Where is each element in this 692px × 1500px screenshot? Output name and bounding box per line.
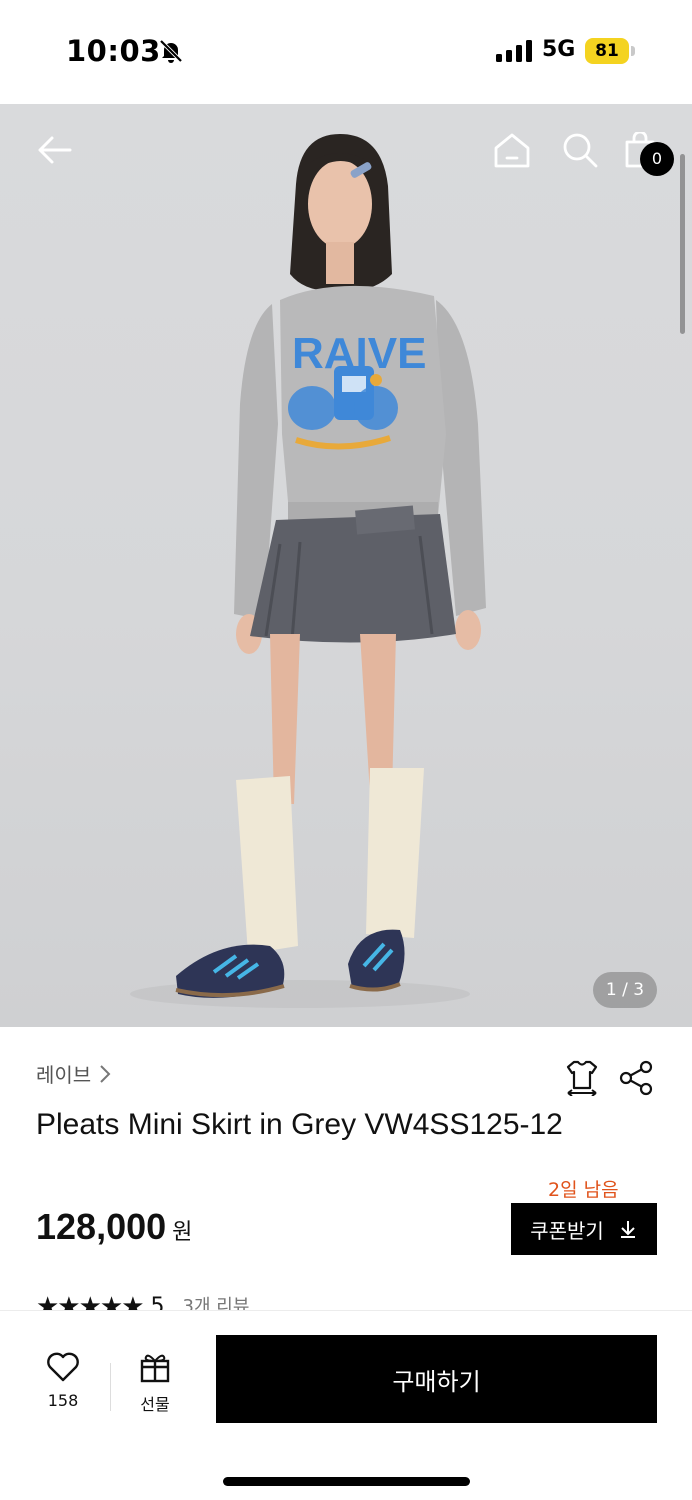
gift-label: 선물 [140,1395,170,1414]
battery-level: 81 [595,41,619,61]
back-button[interactable] [32,128,76,172]
coupon-deadline: 2일 남음 [548,1179,619,1201]
back-arrow-icon [38,136,72,164]
coupon-button-label: 쿠폰받기 [530,1218,604,1243]
divider [110,1363,111,1411]
image-pager: 1 / 3 [593,972,657,1008]
price-currency: 원 [172,1220,193,1245]
product-price: 128,000 [36,1206,167,1247]
home-indicator[interactable] [223,1477,470,1486]
home-button[interactable] [490,128,534,172]
size-guide-icon[interactable] [564,1058,600,1096]
search-icon [563,133,598,168]
share-icon[interactable] [618,1060,654,1096]
network-type: 5G [542,37,576,62]
brand-link[interactable]: 레이브 [36,1059,111,1088]
search-button[interactable] [558,128,602,172]
buy-button[interactable]: 구매하기 [216,1335,657,1423]
battery-icon: 81 [585,38,635,64]
scroll-indicator[interactable] [680,154,685,334]
model-photo: RAIVE [130,134,486,1008]
bottom-action-bar: 158 선물 구매하기 [0,1310,692,1500]
like-button[interactable]: 158 [28,1351,98,1415]
chevron-right-icon [100,1064,111,1083]
coupon-download-button[interactable]: 쿠폰받기 [511,1203,657,1255]
status-time: 10:03 [66,34,161,68]
signal-icon [496,40,532,62]
cart-count-badge: 0 [640,142,674,176]
download-icon [620,1221,635,1238]
product-image-carousel[interactable]: RAIVE 0 1 / 3 [0,104,692,1027]
status-bar: 10:03 5G 81 [0,0,692,104]
bell-slash-icon [159,39,183,63]
brand-name: 레이브 [36,1063,92,1087]
product-title: Pleats Mini Skirt in Grey VW4SS125-12 [36,1108,563,1141]
like-count: 158 [47,1391,79,1410]
heart-icon [47,1352,79,1382]
gift-icon [140,1354,170,1383]
home-icon [494,133,530,168]
gift-button[interactable]: 선물 [120,1351,190,1415]
price-row: 128,000 원 [36,1206,192,1248]
